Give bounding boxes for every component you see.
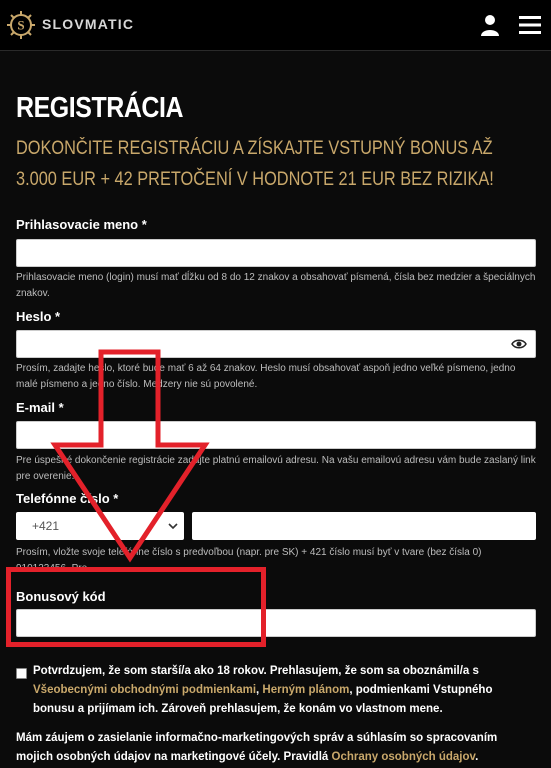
marketing-consent-text: Mám záujem o zasielanie informačno-marke…: [16, 732, 498, 763]
terms-consent-text: Potvrdzujem, že som starší/a ako 18 roko…: [33, 665, 493, 715]
password-input[interactable]: [16, 330, 536, 358]
phone-prefix-select[interactable]: +421: [16, 512, 184, 540]
chevron-down-icon: [168, 523, 178, 530]
privacy-policy-link[interactable]: Ochrany osobných údajov: [332, 751, 476, 763]
annotation-highlight-box: [6, 567, 266, 647]
terms-checkbox[interactable]: [16, 668, 27, 679]
email-help: Pre úspešné dokončenie registrácie zadaj…: [16, 455, 536, 482]
page-subtitle: DOKONČITE REGISTRÁCIU A ZÍSKAJTE VSTUPNÝ…: [16, 138, 494, 190]
page-title: REGISTRÁCIA: [16, 92, 184, 124]
slot-wheel-logo-icon[interactable]: S: [6, 10, 36, 40]
phone-label: Telefónne číslo *: [16, 491, 119, 506]
brand-name[interactable]: SLOVMATIC: [42, 16, 134, 32]
username-input[interactable]: [16, 239, 536, 267]
game-plan-link[interactable]: Herným plánom: [262, 684, 349, 696]
show-password-eye-icon[interactable]: [511, 337, 527, 351]
general-terms-link[interactable]: Všeobecnými obchodnými podmienkami: [33, 684, 256, 696]
phone-prefix-value: +421: [32, 519, 60, 533]
username-help: Prihlasovacie meno (login) musí mať dĺžk…: [16, 272, 536, 299]
email-label: E-mail *: [16, 400, 64, 415]
hamburger-menu-icon[interactable]: [519, 15, 541, 35]
password-label: Heslo *: [16, 309, 61, 324]
user-icon[interactable]: [480, 14, 500, 36]
top-navbar: S SLOVMATIC: [0, 0, 551, 51]
email-input[interactable]: [16, 421, 536, 449]
phone-number-input[interactable]: [192, 512, 536, 540]
svg-text:S: S: [17, 18, 24, 33]
username-label: Prihlasovacie meno *: [16, 217, 147, 232]
password-help: Prosím, zadajte heslo, ktoré bude mať 6 …: [16, 363, 516, 390]
